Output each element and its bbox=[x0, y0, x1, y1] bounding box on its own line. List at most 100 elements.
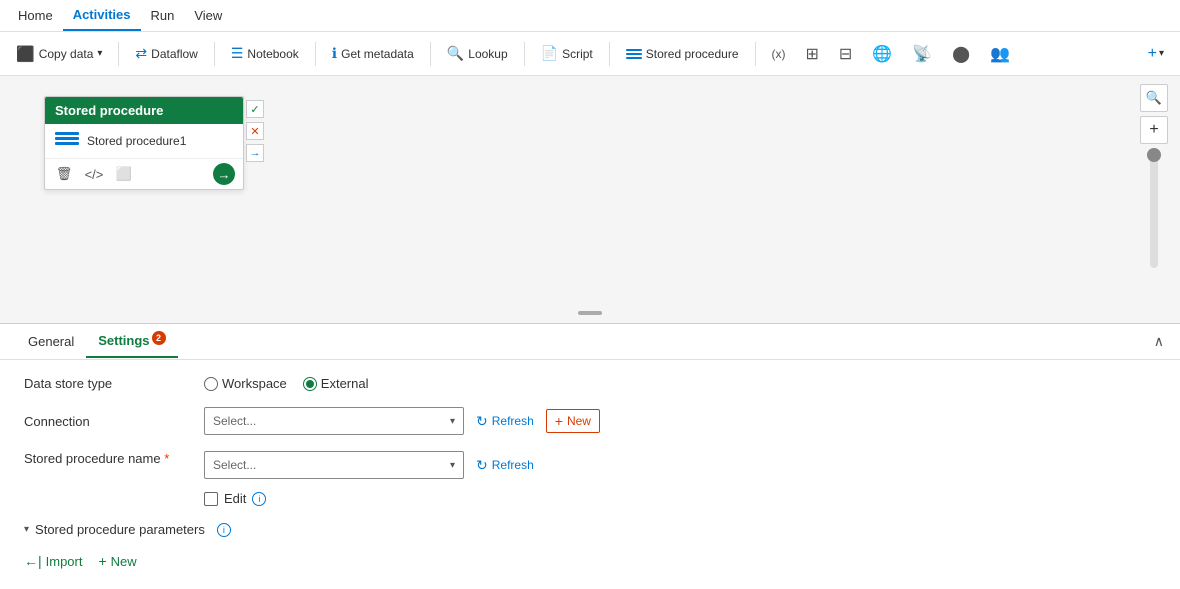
lookup-icon: 🔍 bbox=[447, 45, 464, 62]
import-btn[interactable]: ←| Import bbox=[24, 553, 82, 569]
radio-workspace[interactable]: Workspace bbox=[204, 376, 287, 391]
nav-view[interactable]: View bbox=[184, 0, 232, 31]
external-radio-outer bbox=[303, 377, 317, 391]
toolbar-icon-4[interactable]: 📡 bbox=[904, 40, 940, 68]
new-label: New bbox=[567, 414, 591, 428]
toolbar-icon-5[interactable]: ⬤ bbox=[944, 40, 978, 68]
import-icon: ←| bbox=[24, 553, 42, 569]
get-metadata-icon: ℹ bbox=[332, 45, 337, 62]
toolbar-lookup[interactable]: 🔍 Lookup bbox=[439, 41, 516, 66]
sp-name-controls: Select... ▾ ↻ Refresh Edit i bbox=[204, 451, 1156, 506]
sp-code-btn[interactable]: </> bbox=[83, 163, 105, 185]
data-store-type-row: Data store type Workspace External bbox=[24, 376, 1156, 391]
zoom-thumb[interactable] bbox=[1147, 148, 1161, 162]
tab-general[interactable]: General bbox=[16, 326, 86, 357]
sp-name-select-arrow-icon: ▾ bbox=[450, 460, 455, 471]
sp-refresh-label: Refresh bbox=[492, 458, 534, 472]
sp-indicator-success[interactable]: ✓ bbox=[246, 100, 264, 118]
workspace-radio-label: Workspace bbox=[222, 376, 287, 391]
toolbar-separator-5 bbox=[524, 42, 525, 66]
nav-activities[interactable]: Activities bbox=[63, 0, 141, 31]
zoom-track bbox=[1150, 148, 1158, 268]
toolbar-script[interactable]: 📄 Script bbox=[533, 41, 601, 66]
parameters-info-icon[interactable]: i bbox=[217, 523, 231, 537]
stored-procedure-card: Stored procedure Stored procedure1 🗑 </>… bbox=[44, 96, 244, 190]
notebook-icon: ☰ bbox=[231, 45, 244, 62]
canvas-minimize-btn[interactable] bbox=[578, 311, 602, 315]
dataflow-label: Dataflow bbox=[151, 47, 198, 61]
script-icon: 📄 bbox=[541, 45, 558, 62]
connection-new-btn[interactable]: + New bbox=[546, 409, 600, 433]
toolbar-stored-procedure[interactable]: Stored procedure bbox=[618, 43, 747, 65]
toolbar-expression[interactable]: (x) bbox=[764, 43, 794, 65]
toolbar-notebook[interactable]: ☰ Notebook bbox=[223, 41, 307, 66]
stored-procedure-name-row: Stored procedure name * Select... ▾ ↻ Re… bbox=[24, 451, 1156, 506]
nav-home[interactable]: Home bbox=[8, 0, 63, 31]
new-small-btn[interactable]: + New bbox=[98, 553, 136, 569]
team-icon: 👥 bbox=[990, 44, 1010, 64]
collapse-panel-btn[interactable]: ∧ bbox=[1154, 333, 1164, 350]
toolbar-separator-2 bbox=[214, 42, 215, 66]
tabs-row: General Settings2 ∧ bbox=[0, 324, 1180, 360]
import-label: Import bbox=[46, 554, 83, 569]
toolbar-dataflow[interactable]: ⇄ Dataflow bbox=[127, 41, 205, 66]
sp-name-select[interactable]: Select... ▾ bbox=[204, 451, 464, 479]
data-store-type-controls: Workspace External bbox=[204, 376, 1156, 391]
sp-body-icon bbox=[55, 132, 79, 150]
connection-select[interactable]: Select... ▾ bbox=[204, 407, 464, 435]
sp-card-body: Stored procedure1 bbox=[45, 124, 243, 159]
nav-run[interactable]: Run bbox=[141, 0, 185, 31]
top-navigation: Home Activities Run View bbox=[0, 0, 1180, 32]
edit-checkbox-row: Edit i bbox=[204, 491, 266, 506]
toolbar-separator-7 bbox=[755, 42, 756, 66]
sp-refresh-icon: ↻ bbox=[476, 457, 488, 474]
bottom-panel: General Settings2 ∧ Data store type Work… bbox=[0, 324, 1180, 585]
settings-badge: 2 bbox=[152, 331, 166, 345]
sp-go-btn[interactable]: → bbox=[213, 163, 235, 185]
radio-external[interactable]: External bbox=[303, 376, 369, 391]
zoom-plus-icon: + bbox=[1149, 121, 1158, 139]
plus-icon: + bbox=[1148, 45, 1157, 63]
circle-icon: ⬤ bbox=[952, 44, 970, 64]
expression-icon: (x) bbox=[772, 47, 786, 61]
toolbar-icon-6[interactable]: 👥 bbox=[982, 40, 1018, 68]
connection-controls: Select... ▾ ↻ Refresh + New bbox=[204, 407, 1156, 435]
canvas-area: Stored procedure Stored procedure1 🗑 </>… bbox=[0, 76, 1180, 324]
canvas-search-btn[interactable]: 🔍 bbox=[1140, 84, 1168, 112]
toolbar-get-metadata[interactable]: ℹ Get metadata bbox=[324, 41, 422, 66]
notebook-label: Notebook bbox=[247, 47, 298, 61]
refresh-icon: ↻ bbox=[476, 413, 488, 430]
get-metadata-label: Get metadata bbox=[341, 47, 414, 61]
sp-card-name: Stored procedure1 bbox=[87, 134, 233, 148]
toolbar-icon-3[interactable]: 🌐 bbox=[864, 40, 900, 68]
edit-info-icon[interactable]: i bbox=[252, 492, 266, 506]
edit-checkbox[interactable] bbox=[204, 492, 218, 506]
script-label: Script bbox=[562, 47, 593, 61]
connection-refresh-btn[interactable]: ↻ Refresh bbox=[472, 411, 538, 432]
sp-parameters-section[interactable]: ▾ Stored procedure parameters i bbox=[24, 522, 1156, 537]
new-small-label: New bbox=[111, 554, 137, 569]
stored-procedure-toolbar-label: Stored procedure bbox=[646, 47, 739, 61]
stored-procedure-toolbar-icon bbox=[626, 49, 642, 59]
copy-data-dropdown-icon: ▾ bbox=[97, 48, 102, 59]
sp-indicator-error[interactable]: ✕ bbox=[246, 122, 264, 140]
new-small-plus-icon: + bbox=[98, 553, 106, 569]
workspace-radio-outer bbox=[204, 377, 218, 391]
more-dropdown-icon: ▾ bbox=[1159, 48, 1164, 59]
toolbar-separator-6 bbox=[609, 42, 610, 66]
sp-card-actions: 🗑 </> ⬜ → bbox=[45, 159, 243, 189]
sp-indicator-forward[interactable]: → bbox=[246, 144, 264, 162]
toolbar-icon-1[interactable]: ⊞ bbox=[798, 40, 827, 68]
tab-settings[interactable]: Settings2 bbox=[86, 325, 177, 358]
toolbar-icon-2[interactable]: ⊟ bbox=[831, 40, 860, 68]
sp-delete-btn[interactable]: 🗑 bbox=[53, 163, 75, 185]
sp-name-label: Stored procedure name * bbox=[24, 451, 204, 466]
toolbar-copy-data[interactable]: ⬛ Copy data ▾ bbox=[8, 41, 110, 67]
sp-name-refresh-btn[interactable]: ↻ Refresh bbox=[472, 455, 538, 476]
copy-data-label: Copy data bbox=[39, 47, 94, 61]
toolbar-more-btn[interactable]: + ▾ bbox=[1140, 41, 1172, 67]
canvas-zoom-plus-btn[interactable]: + bbox=[1140, 116, 1168, 144]
sp-copy-btn[interactable]: ⬜ bbox=[113, 163, 135, 185]
data-store-radio-group: Workspace External bbox=[204, 376, 369, 391]
new-plus-icon: + bbox=[555, 413, 563, 429]
